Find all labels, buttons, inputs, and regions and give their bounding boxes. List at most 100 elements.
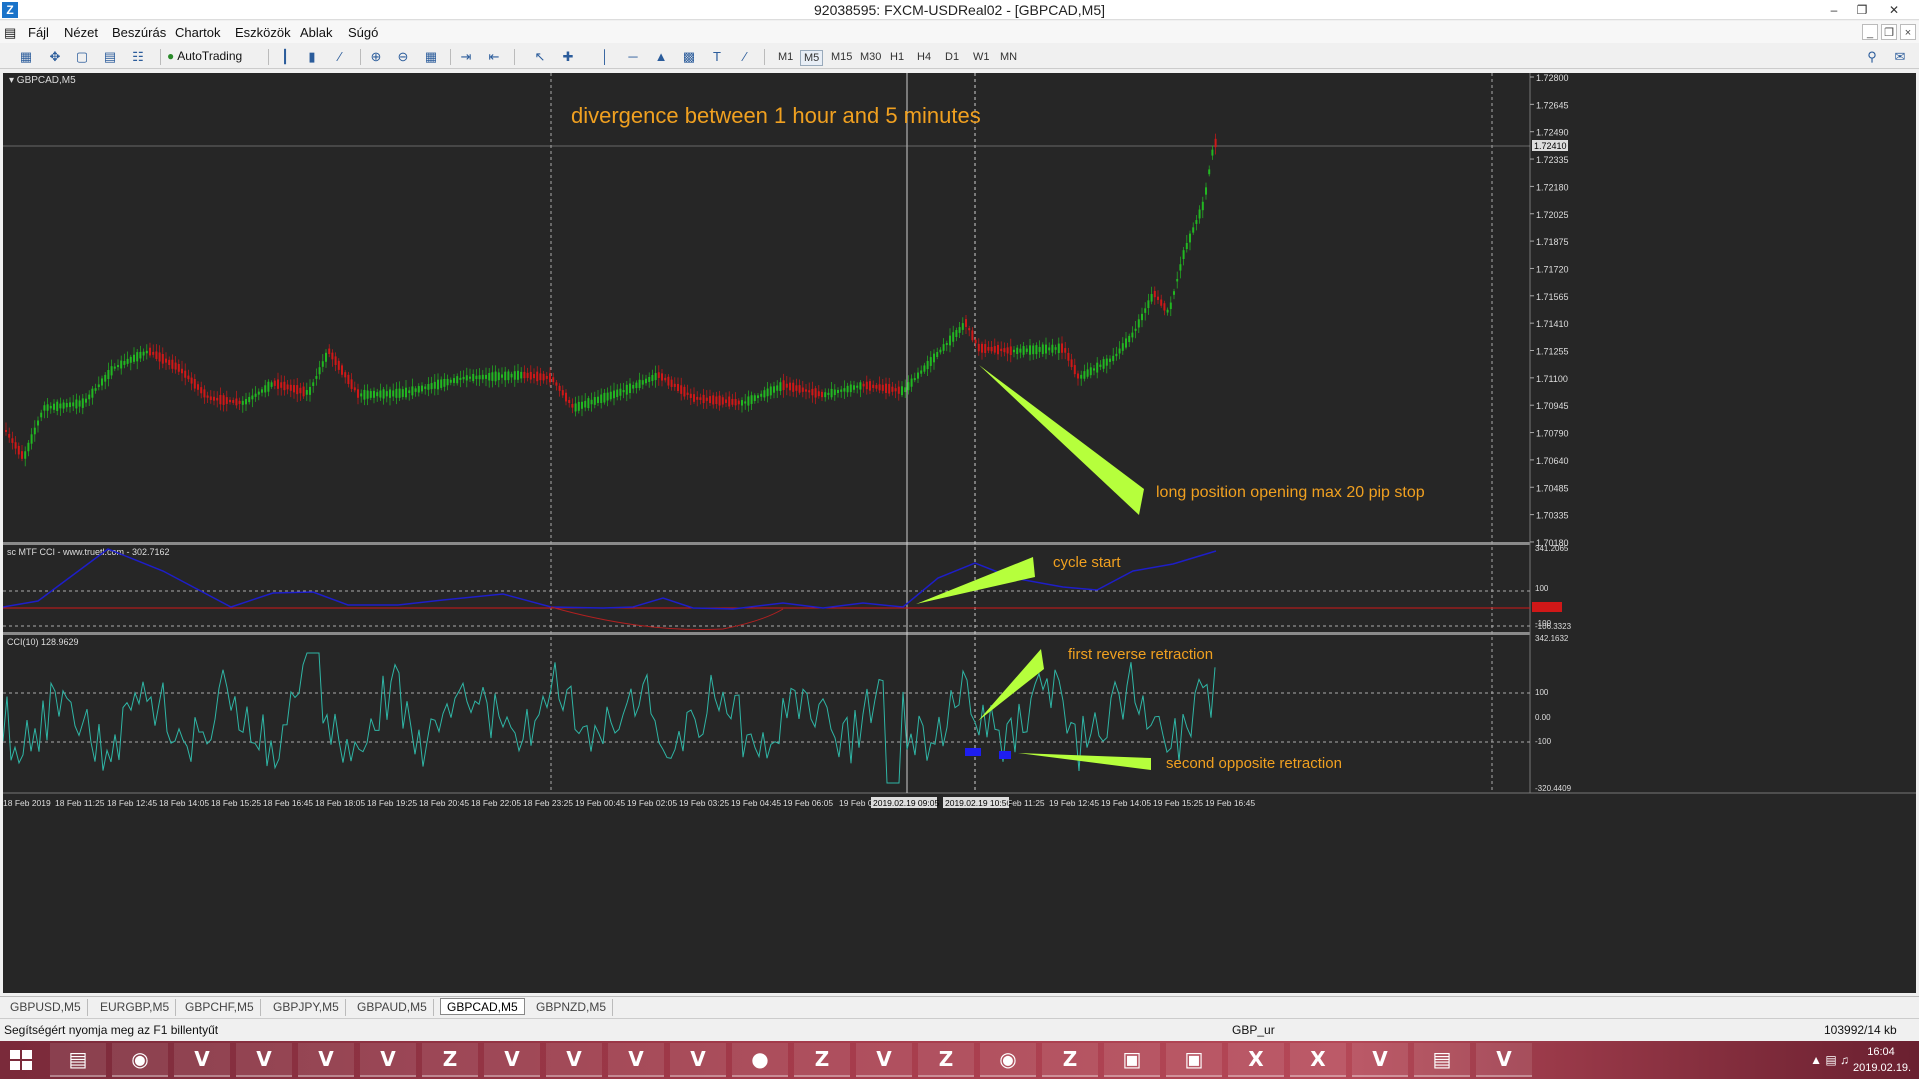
- candle-body: [1000, 348, 1003, 352]
- navigator-icon[interactable]: ☷: [128, 48, 148, 66]
- taskbar-clock[interactable]: 16:04 2019.02.19.: [1853, 1044, 1911, 1076]
- app-x-icon[interactable]: X: [1290, 1043, 1346, 1077]
- chart-canvas[interactable]: 1.72800 1.72645 1.72490 1.72335 1.72180 1.720…: [3, 73, 1916, 993]
- time-tick-label: 18 Feb 11:25: [55, 798, 105, 808]
- profiles-icon[interactable]: ✥: [45, 48, 65, 66]
- photos-icon[interactable]: ▣: [1166, 1043, 1222, 1077]
- menu-view[interactable]: Nézet: [64, 25, 98, 40]
- autotrading-button[interactable]: AutoTrading: [167, 49, 242, 63]
- app-v-icon[interactable]: V: [1476, 1043, 1532, 1077]
- candle-body: [904, 387, 907, 393]
- channel-icon[interactable]: ▩: [679, 48, 699, 66]
- line-tool-icon[interactable]: ∕: [735, 48, 755, 66]
- candle-body: [1006, 347, 1009, 354]
- line-chart-icon[interactable]: ∕: [330, 48, 350, 66]
- app-v-icon[interactable]: V: [670, 1043, 726, 1077]
- candle-body: [1057, 343, 1060, 354]
- zoom-in-icon[interactable]: ⊕: [366, 48, 386, 66]
- zoom-out-icon[interactable]: ⊖: [393, 48, 413, 66]
- new-chart-icon[interactable]: ▦: [16, 48, 36, 66]
- open-folder-icon[interactable]: ▢: [72, 48, 92, 66]
- tab-gbpusd[interactable]: GBPUSD,M5: [4, 999, 88, 1016]
- candle-body: [1201, 201, 1204, 211]
- firefox-icon[interactable]: ●: [732, 1043, 788, 1077]
- app-v-icon[interactable]: V: [1352, 1043, 1408, 1077]
- app-v-icon[interactable]: V: [174, 1043, 230, 1077]
- candlestick-icon[interactable]: ▮: [302, 48, 322, 66]
- chrome-icon[interactable]: ◉: [112, 1043, 168, 1077]
- chart-window[interactable]: 1.72800 1.72645 1.72490 1.72335 1.72180 1.720…: [3, 73, 1916, 993]
- metatrader-icon[interactable]: Z: [918, 1043, 974, 1077]
- close-button[interactable]: ✕: [1880, 0, 1908, 20]
- minimize-button[interactable]: –: [1820, 0, 1848, 20]
- horizontal-line-icon[interactable]: ─: [623, 48, 643, 66]
- price-tick-label: 1.71875: [1536, 237, 1569, 247]
- timeframe-d1[interactable]: D1: [942, 50, 962, 64]
- photos-icon[interactable]: ▣: [1104, 1043, 1160, 1077]
- candle-body: [696, 396, 699, 400]
- timeframe-m15[interactable]: M15: [828, 50, 855, 64]
- file-explorer-icon[interactable]: ▤: [50, 1043, 106, 1077]
- mdi-minimize-icon[interactable]: _: [1862, 24, 1878, 40]
- app-v-icon[interactable]: V: [236, 1043, 292, 1077]
- system-tray-icon[interactable]: ▲ ▤ ♫: [1810, 1053, 1849, 1067]
- menu-window[interactable]: Ablak: [300, 25, 333, 40]
- menu-file[interactable]: Fájl: [28, 25, 49, 40]
- market-watch-icon[interactable]: ▤: [100, 48, 120, 66]
- bar-chart-icon[interactable]: ┃: [275, 48, 295, 66]
- candle-body: [501, 374, 503, 378]
- menu-charts[interactable]: Chartok: [175, 25, 221, 40]
- metatrader-icon[interactable]: Z: [422, 1043, 478, 1077]
- app-v-icon[interactable]: V: [484, 1043, 540, 1077]
- candle-body: [405, 387, 407, 398]
- restore-button[interactable]: ❐: [1848, 0, 1876, 20]
- windows-start-icon[interactable]: [10, 1050, 32, 1070]
- timeframe-w1[interactable]: W1: [970, 50, 993, 64]
- tab-gbpcad[interactable]: GBPCAD,M5: [440, 998, 525, 1015]
- candle-body: [1141, 313, 1143, 321]
- mdi-restore-icon[interactable]: ❐: [1881, 24, 1897, 40]
- menu-help[interactable]: Súgó: [348, 25, 378, 40]
- search-icon[interactable]: ⚲: [1862, 48, 1882, 66]
- menu-doc-icon[interactable]: ▤: [4, 25, 16, 41]
- app-x-icon[interactable]: X: [1228, 1043, 1284, 1077]
- notepad-icon[interactable]: ▤: [1414, 1043, 1470, 1077]
- cursor-icon[interactable]: ↖: [530, 48, 550, 66]
- app-v-icon[interactable]: V: [298, 1043, 354, 1077]
- menu-tools[interactable]: Eszközök: [235, 25, 291, 40]
- paint-icon[interactable]: ◉: [980, 1043, 1036, 1077]
- vertical-line-icon[interactable]: │: [595, 48, 615, 66]
- autoscroll-icon[interactable]: ⇥: [456, 48, 476, 66]
- metatrader-icon[interactable]: Z: [794, 1043, 850, 1077]
- candle-body: [1157, 296, 1159, 300]
- menu-insert[interactable]: Beszúrás: [112, 25, 166, 40]
- mdi-close-icon[interactable]: ×: [1900, 24, 1916, 40]
- app-v-icon[interactable]: V: [360, 1043, 416, 1077]
- tab-gbpjpy[interactable]: GBPJPY,M5: [267, 999, 346, 1016]
- tile-windows-icon[interactable]: ▦: [421, 48, 441, 66]
- app-v-icon[interactable]: V: [856, 1043, 912, 1077]
- candle-body: [574, 403, 577, 412]
- tab-gbpaud[interactable]: GBPAUD,M5: [351, 999, 434, 1016]
- text-icon[interactable]: T: [707, 48, 727, 66]
- tab-gbpnzd[interactable]: GBPNZD,M5: [530, 999, 614, 1016]
- candle-body: [302, 386, 305, 397]
- app-v-icon[interactable]: V: [546, 1043, 602, 1077]
- chart-shift-icon[interactable]: ⇤: [484, 48, 504, 66]
- trendline-icon[interactable]: ▲: [651, 48, 671, 66]
- timeframe-m30[interactable]: M30: [857, 50, 884, 64]
- chat-icon[interactable]: ✉: [1890, 48, 1910, 66]
- tab-gbpchf[interactable]: GBPCHF,M5: [179, 999, 261, 1016]
- timeframe-m5[interactable]: M5: [800, 50, 824, 66]
- timeframe-h1[interactable]: H1: [887, 50, 907, 64]
- candle-body: [376, 392, 379, 397]
- candle-body: [629, 383, 631, 394]
- timeframe-m1[interactable]: M1: [775, 50, 796, 64]
- app-v-icon[interactable]: V: [608, 1043, 664, 1077]
- timeframe-mn[interactable]: MN: [997, 50, 1020, 64]
- metatrader-icon[interactable]: Z: [1042, 1043, 1098, 1077]
- candle-body: [1144, 308, 1147, 313]
- timeframe-h4[interactable]: H4: [914, 50, 934, 64]
- tab-eurgbp[interactable]: EURGBP,M5: [94, 999, 177, 1016]
- crosshair-icon[interactable]: ✚: [558, 48, 578, 66]
